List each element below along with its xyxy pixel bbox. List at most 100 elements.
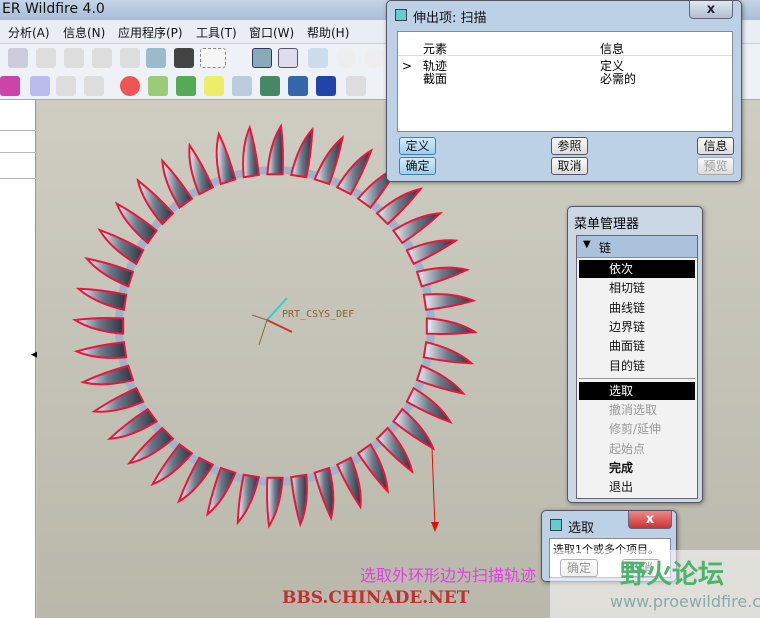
spin-center-icon[interactable] [308, 48, 328, 68]
col-element: 元素 [423, 42, 448, 56]
sweep-spike[interactable] [106, 407, 159, 440]
sweep-spike[interactable] [72, 317, 125, 335]
info-button[interactable]: 信息 [697, 137, 734, 155]
watermark-left: BBS.CHINADE.NET [282, 588, 470, 608]
appearance-icon[interactable] [0, 76, 20, 96]
sweep-spike[interactable] [177, 456, 215, 504]
paste-icon[interactable] [92, 48, 112, 68]
sweep-spike[interactable] [313, 466, 335, 521]
texture-icon[interactable] [176, 76, 196, 96]
col-info: 信息 [600, 42, 625, 56]
model-tree-panel: ◀ ▶ [0, 100, 44, 618]
sweep-spike[interactable] [290, 473, 308, 528]
sweep-spike[interactable] [425, 317, 478, 335]
menu-tools[interactable]: 工具(T) [196, 24, 237, 41]
reference-button[interactable]: 参照 [551, 137, 588, 155]
sweep-spike[interactable] [188, 142, 215, 196]
ok-button[interactable]: 确定 [399, 157, 436, 175]
copy-icon[interactable] [64, 48, 84, 68]
define-button[interactable]: 定义 [399, 137, 436, 155]
elements-table: 元素 信息 > 轨迹 定义 截面 必需的 [397, 31, 733, 132]
cut-icon[interactable] [36, 48, 56, 68]
sweep-spike[interactable] [335, 148, 373, 196]
menu-item[interactable]: 边界链 [579, 318, 695, 336]
sweep-spike[interactable] [136, 177, 175, 226]
menu-item[interactable]: 选取 [579, 381, 695, 400]
annotation-text: 选取外环形边为扫描轨迹 [360, 566, 537, 585]
dialog-icon [550, 519, 562, 531]
menu-item[interactable]: 曲面链 [579, 337, 695, 355]
menu-item[interactable]: 撤消选取 [579, 401, 695, 419]
sweep-spike[interactable] [84, 256, 135, 288]
decal-icon[interactable] [260, 76, 280, 96]
render-region-icon[interactable] [316, 76, 336, 96]
menu-info[interactable]: 信息(N) [63, 24, 105, 41]
sweep-spike[interactable] [73, 341, 128, 359]
sweep-spike[interactable] [215, 131, 237, 186]
sweep-spike[interactable] [242, 124, 260, 179]
scene-icon[interactable] [148, 76, 168, 96]
sweep-spike[interactable] [391, 212, 444, 245]
sweep-spike[interactable] [97, 228, 145, 266]
regenerate-icon[interactable] [146, 48, 166, 68]
render-icon[interactable] [288, 76, 308, 96]
csys-icon: PRT_CSYS_DEF [251, 297, 354, 346]
sweep-spike[interactable] [80, 364, 135, 386]
measure-delete-icon[interactable] [84, 76, 104, 96]
dialog-title: 选取 [568, 521, 595, 536]
menu-item[interactable]: 完成 [579, 459, 695, 477]
sweep-spike[interactable] [126, 426, 175, 465]
preview-button[interactable]: 预览 [697, 157, 734, 175]
find-icon[interactable] [174, 48, 194, 68]
sweep-spike[interactable] [313, 135, 345, 186]
room-icon[interactable] [346, 76, 366, 96]
sweep-spike[interactable] [405, 386, 453, 424]
sweep-spike[interactable] [415, 266, 470, 288]
sweep-spike[interactable] [375, 187, 424, 226]
menu-applications[interactable]: 应用程序(P) [118, 24, 183, 41]
menu-item[interactable]: 相切链 [579, 279, 695, 297]
selection-filter-icon[interactable] [200, 48, 226, 68]
sweep-spike[interactable] [91, 386, 145, 413]
dialog-title: 伸出项: 扫描 [413, 11, 487, 26]
measure-save-icon[interactable] [56, 76, 76, 96]
sweep-spike[interactable] [415, 364, 466, 396]
sketch-icon[interactable] [252, 48, 272, 68]
chain-section-header[interactable]: ▼ 链 [577, 236, 697, 258]
menu-item[interactable]: 曲线链 [579, 299, 695, 317]
sweep-spike[interactable] [375, 426, 414, 475]
light-icon[interactable] [204, 76, 224, 96]
zoom-in-icon[interactable] [336, 48, 356, 68]
sweep-spike[interactable] [205, 466, 237, 517]
menu-manager: 菜单管理器 ▼ 链 依次 相切链曲线链 边界链 曲面链目的链选取 撤消选取 修剪/延伸起始点… [567, 206, 703, 503]
datum-axis-icon[interactable] [278, 48, 298, 68]
menu-manager-title: 菜单管理器 [574, 217, 640, 232]
zoom-out-icon[interactable] [364, 48, 384, 68]
annotation-arrow [431, 447, 436, 529]
menu-help[interactable]: 帮助(H) [307, 24, 349, 41]
cancel-button[interactable]: 取消 [551, 157, 588, 175]
menu-window[interactable]: 窗口(W) [249, 24, 294, 41]
color-icon[interactable] [120, 76, 140, 96]
paste-special-icon[interactable] [120, 48, 140, 68]
sweep-spike[interactable] [422, 293, 477, 311]
sweep-spike[interactable] [356, 442, 389, 495]
mass-properties-icon[interactable] [30, 76, 50, 96]
menu-separator [579, 377, 695, 379]
sweep-spike[interactable] [266, 476, 284, 529]
menu-item[interactable]: 依次 [579, 260, 695, 278]
sweep-spike[interactable] [266, 123, 284, 176]
effects-icon[interactable] [232, 76, 252, 96]
close-button[interactable]: x [689, 1, 733, 19]
dialog-icon [395, 9, 407, 21]
menu-item[interactable]: 起始点 [579, 440, 695, 458]
sweep-spike[interactable] [405, 239, 459, 266]
menu-item[interactable]: 修剪/延伸 [579, 420, 695, 438]
sweep-spike[interactable] [161, 157, 194, 210]
menu-item[interactable]: 目的链 [579, 357, 695, 375]
menu-analysis[interactable]: 分析(A) [8, 24, 50, 41]
redo-icon[interactable] [8, 48, 28, 68]
menu-item[interactable]: 退出 [579, 478, 695, 496]
sweep-spike[interactable] [335, 456, 362, 510]
close-button[interactable]: x [628, 511, 672, 529]
